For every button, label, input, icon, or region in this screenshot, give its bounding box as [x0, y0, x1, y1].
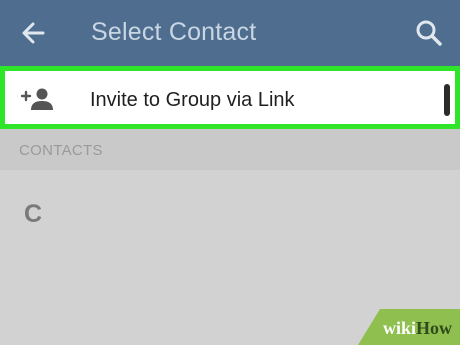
invite-label: Invite to Group via Link	[90, 89, 295, 111]
back-button[interactable]	[18, 18, 48, 48]
invite-via-link-row[interactable]: Invite to Group via Link	[0, 66, 460, 129]
watermark-wiki: wiki	[382, 318, 416, 338]
letter-index-label: C	[24, 200, 43, 228]
scrollbar[interactable]	[444, 84, 450, 116]
section-label: CONTACTS	[19, 142, 103, 159]
wikihow-watermark: wikiHow	[358, 309, 460, 345]
search-icon	[416, 20, 442, 46]
watermark-text: wikiHow	[383, 317, 452, 339]
watermark-slant	[358, 309, 380, 345]
app-bar: Select Contact	[0, 0, 460, 66]
contacts-section-header: CONTACTS	[0, 129, 460, 170]
page-title: Select Contact	[91, 18, 257, 46]
watermark-how: How	[416, 318, 452, 338]
person-add-icon	[20, 88, 53, 110]
search-button[interactable]	[414, 18, 444, 48]
arrow-left-icon	[22, 22, 45, 44]
